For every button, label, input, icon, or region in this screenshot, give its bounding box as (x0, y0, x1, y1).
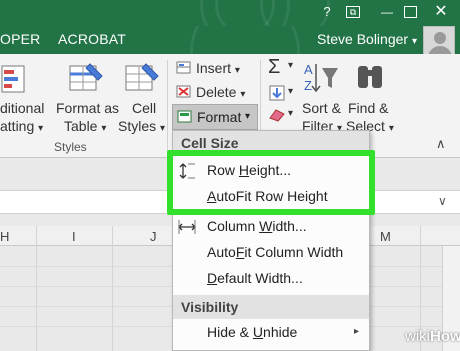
find-select-label-1[interactable]: Find & (348, 100, 388, 116)
sort-filter-icon: A Z (304, 62, 338, 93)
collapse-ribbon-icon[interactable]: ∧ (436, 136, 446, 152)
delete-icon (176, 85, 191, 98)
autosum-caret-icon[interactable]: ▾ (288, 60, 293, 71)
format-as-table-label-2[interactable]: Table ▾ (64, 118, 106, 134)
conditional-formatting-label-1[interactable]: ditional (0, 100, 44, 116)
maximize-icon[interactable] (404, 6, 417, 18)
submenu-arrow-icon: ▸ (353, 326, 359, 337)
format-as-table-label-1[interactable]: Format as (56, 100, 119, 116)
close-icon[interactable]: ✕ (432, 3, 450, 21)
cell-styles-icon (125, 63, 159, 91)
column-header-j[interactable]: J (150, 229, 157, 244)
conditional-formatting-label-2[interactable]: atting ▾ (0, 118, 43, 134)
user-account[interactable]: Steve Bolinger ▾ (317, 31, 417, 47)
menu-item-autofit-column-width[interactable]: AutoFit Column Width (173, 241, 369, 265)
find-select-icon (358, 66, 382, 88)
cell-styles-label-1[interactable]: Cell (132, 100, 156, 116)
format-button[interactable]: Format ▾ (172, 104, 258, 130)
menu-item-column-width[interactable]: Column Width... (173, 215, 369, 239)
menu-item-default-width[interactable]: Default Width... (173, 267, 369, 291)
menu-section-visibility: Visibility (173, 295, 369, 319)
styles-group-label: Styles (54, 140, 87, 154)
insert-button[interactable]: Insert ▾ (176, 60, 240, 76)
menu-item-hide-unhide[interactable]: Hide & Unhide ▸ (173, 321, 369, 345)
highlight-box (167, 150, 375, 215)
autosum-icon[interactable]: Σ (268, 56, 280, 79)
grid-line (36, 226, 37, 351)
decorative-circle (190, 26, 300, 54)
clear-icon[interactable] (268, 108, 286, 122)
grid-line (112, 226, 113, 351)
conditional-formatting-icon (1, 65, 25, 93)
ribbon-tab-bar: OPER ACROBAT Steve Bolinger ▾ (0, 26, 460, 54)
column-header-i[interactable]: I (72, 229, 76, 244)
svg-text:Z: Z (304, 78, 312, 93)
avatar[interactable] (423, 26, 455, 56)
clear-caret-icon[interactable]: ▾ (288, 108, 293, 119)
column-width-icon (178, 220, 196, 234)
tab-developer[interactable]: OPER (0, 31, 40, 47)
expand-formula-bar-icon[interactable]: ∨ (438, 194, 447, 208)
title-bar: ? ⧉ — ✕ (0, 0, 460, 26)
fill-icon[interactable] (268, 84, 286, 102)
group-separator (167, 60, 168, 152)
column-header-h[interactable]: H (0, 229, 9, 244)
format-label: Format (197, 109, 242, 125)
tab-acrobat[interactable]: ACROBAT (58, 31, 126, 47)
delete-button[interactable]: Delete ▾ (176, 84, 245, 100)
minimize-icon[interactable]: — (378, 3, 396, 21)
svg-text:A: A (304, 62, 313, 77)
cell-styles-label-2[interactable]: Styles ▾ (118, 118, 165, 134)
format-as-table-icon (69, 63, 103, 91)
format-caret-icon: ▾ (245, 111, 251, 122)
ribbon-display-icon[interactable]: ⧉ (346, 6, 360, 18)
column-header-m[interactable]: M (380, 229, 391, 244)
help-icon[interactable]: ? (318, 3, 336, 21)
format-icon (177, 110, 192, 123)
sort-filter-label-1[interactable]: Sort & (302, 100, 341, 116)
watermark-logo: wikiHow (405, 328, 460, 345)
insert-icon (176, 61, 191, 74)
fill-caret-icon[interactable]: ▾ (288, 86, 293, 97)
